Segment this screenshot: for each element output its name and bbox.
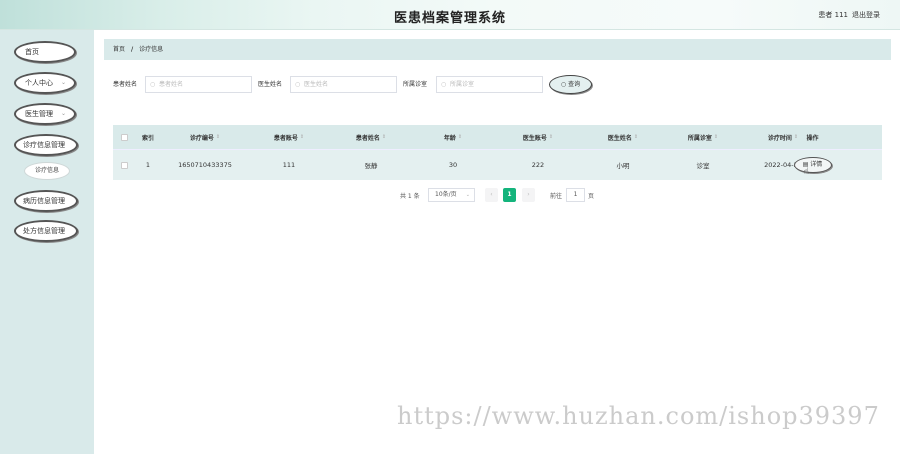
watermark-text: https://www.huzhan.com/ishop39397	[397, 402, 880, 430]
header-actions: 操作	[806, 134, 819, 142]
doctor-name-input[interactable]: ○ 医生姓名	[290, 76, 397, 93]
header-doctor-account[interactable]: 医生账号 ⇕	[493, 125, 583, 149]
sort-icon[interactable]: ⇕	[216, 134, 220, 140]
search-icon: ○	[295, 81, 301, 88]
sort-icon[interactable]: ⇕	[634, 134, 638, 140]
cell-department: 诊室	[696, 162, 710, 170]
cell-actions: ▤ 详情 ☝	[763, 150, 862, 180]
chevron-down-icon: ⌄	[60, 110, 66, 117]
system-title: 医患档案管理系统	[393, 11, 506, 26]
sort-icon[interactable]: ⇕	[714, 134, 718, 140]
header-age[interactable]: 年龄 ⇕	[413, 125, 493, 149]
prev-page-button[interactable]: ‹	[485, 188, 498, 202]
cell-doctor-account: 222	[531, 161, 545, 169]
header-doctor-name[interactable]: 医生姓名 ⇕	[583, 125, 663, 149]
current-user: 患者 111	[818, 11, 848, 19]
goto-label: 前往	[550, 193, 563, 200]
header-label: 所属诊室	[687, 134, 712, 142]
sort-icon[interactable]: ⇕	[458, 134, 462, 140]
patient-name-label: 患者姓名	[113, 81, 138, 88]
header-patient-account[interactable]: 患者账号 ⇕	[249, 125, 329, 149]
patient-name-placeholder: 患者姓名	[159, 81, 184, 88]
detail-button[interactable]: ▤ 详情 ☝	[793, 157, 832, 177]
cell-age: 30	[448, 161, 458, 169]
goto-page-input[interactable]: 1	[566, 188, 585, 202]
department-input[interactable]: ○ 所属诊室	[436, 76, 543, 93]
query-button[interactable]: ○ 查询	[549, 75, 592, 94]
pagination-total: 共 1 条	[400, 193, 420, 200]
next-page-button[interactable]: ›	[522, 188, 535, 202]
header-label: 患者账号	[273, 134, 298, 142]
header-select-all[interactable]	[113, 125, 135, 149]
sidebar-item-medical-record-management[interactable]: 病历信息管理	[14, 190, 78, 212]
header-diagnosis-no[interactable]: 诊疗编号 ⇕	[161, 125, 249, 149]
doctor-name-label: 医生姓名	[258, 81, 283, 88]
sidebar-item-home[interactable]: 首页	[14, 41, 76, 63]
sidebar: 首页 个人中心 ⌄ 医生管理 ⌄ 诊疗信息管理 诊疗信息 病历信息管理 处方信息…	[0, 30, 94, 454]
cell-patient-account: 111	[282, 161, 296, 169]
page-size-value: 10条/页	[435, 191, 457, 198]
top-header: 医患档案管理系统 患者 111 退出登录	[0, 0, 900, 30]
sidebar-subitem-diagnosis-info[interactable]: 诊疗信息	[24, 162, 70, 180]
query-button-label: 查询	[568, 81, 581, 88]
row-select[interactable]	[113, 150, 135, 180]
sidebar-item-personal-center[interactable]: 个人中心 ⌄	[14, 72, 76, 94]
cell-doctor-name: 小明	[616, 162, 630, 170]
sidebar-item-label: 处方信息管理	[23, 227, 65, 235]
sidebar-item-doctor-management[interactable]: 医生管理 ⌄	[14, 103, 76, 125]
checkbox[interactable]	[120, 161, 128, 169]
header-patient-name[interactable]: 患者姓名 ⇕	[329, 125, 413, 149]
header-label: 患者姓名	[355, 134, 380, 142]
page-suffix-label: 页	[588, 193, 595, 200]
header-index: 索引	[141, 134, 154, 142]
sidebar-item-label: 病历信息管理	[23, 197, 65, 205]
department-label: 所属诊室	[403, 81, 428, 88]
header-department[interactable]: 所属诊室 ⇕	[663, 125, 743, 149]
chevron-down-icon: ⌄	[60, 79, 66, 86]
department-placeholder: 所属诊室	[450, 81, 475, 88]
chevron-down-icon: ⌄	[465, 192, 470, 198]
sidebar-item-label: 医生管理	[25, 110, 53, 118]
sidebar-item-label: 个人中心	[25, 79, 53, 87]
header-label: 医生账号	[522, 134, 547, 142]
cell-diagnosis-no: 1650710433375	[178, 161, 232, 169]
page-number-current[interactable]: 1	[503, 188, 516, 202]
search-icon: ○	[150, 81, 156, 88]
sidebar-item-prescription-management[interactable]: 处方信息管理	[14, 220, 78, 242]
sort-icon[interactable]: ⇕	[382, 134, 386, 140]
breadcrumb: 首页 / 诊疗信息	[104, 39, 891, 60]
cell-patient-name: 张静	[364, 162, 378, 170]
search-icon: ○	[560, 81, 569, 88]
sidebar-item-label: 诊疗信息管理	[23, 141, 65, 149]
sidebar-item-label: 首页	[25, 48, 39, 56]
breadcrumb-current: 诊疗信息	[139, 46, 164, 53]
header-label: 医生姓名	[607, 134, 632, 142]
sort-icon[interactable]: ⇕	[300, 134, 304, 140]
detail-button-label: 详情	[810, 161, 823, 168]
page-size-select[interactable]: 10条/页 ⌄	[428, 188, 475, 202]
hand-cursor-icon: ☝	[803, 167, 809, 177]
diagnosis-table: 索引 诊疗编号 ⇕ 患者账号 ⇕ 患者姓名 ⇕ 年龄 ⇕ 医生账号 ⇕ 医生姓名 ⇕ 所属诊…	[113, 125, 882, 180]
breadcrumb-separator: /	[130, 46, 134, 53]
table-header: 索引 诊疗编号 ⇕ 患者账号 ⇕ 患者姓名 ⇕ 年龄 ⇕ 医生账号 ⇕ 医生姓名 ⇕ 所属诊…	[113, 125, 882, 149]
search-icon: ○	[441, 81, 447, 88]
logout-link[interactable]: 退出登录	[852, 10, 880, 20]
patient-name-input[interactable]: ○ 患者姓名	[145, 76, 252, 93]
header-label: 诊疗编号	[189, 134, 214, 142]
sidebar-item-diagnosis-management[interactable]: 诊疗信息管理	[14, 134, 78, 156]
doctor-name-placeholder: 医生姓名	[304, 81, 329, 88]
breadcrumb-home[interactable]: 首页	[113, 46, 125, 53]
cell-index: 1	[145, 161, 151, 169]
sort-icon[interactable]: ⇕	[549, 134, 553, 140]
header-label: 年龄	[443, 134, 456, 142]
checkbox[interactable]	[120, 133, 128, 141]
table-row: 1 1650710433375 111 张静 30 222 小明 诊室 2022…	[113, 149, 882, 180]
